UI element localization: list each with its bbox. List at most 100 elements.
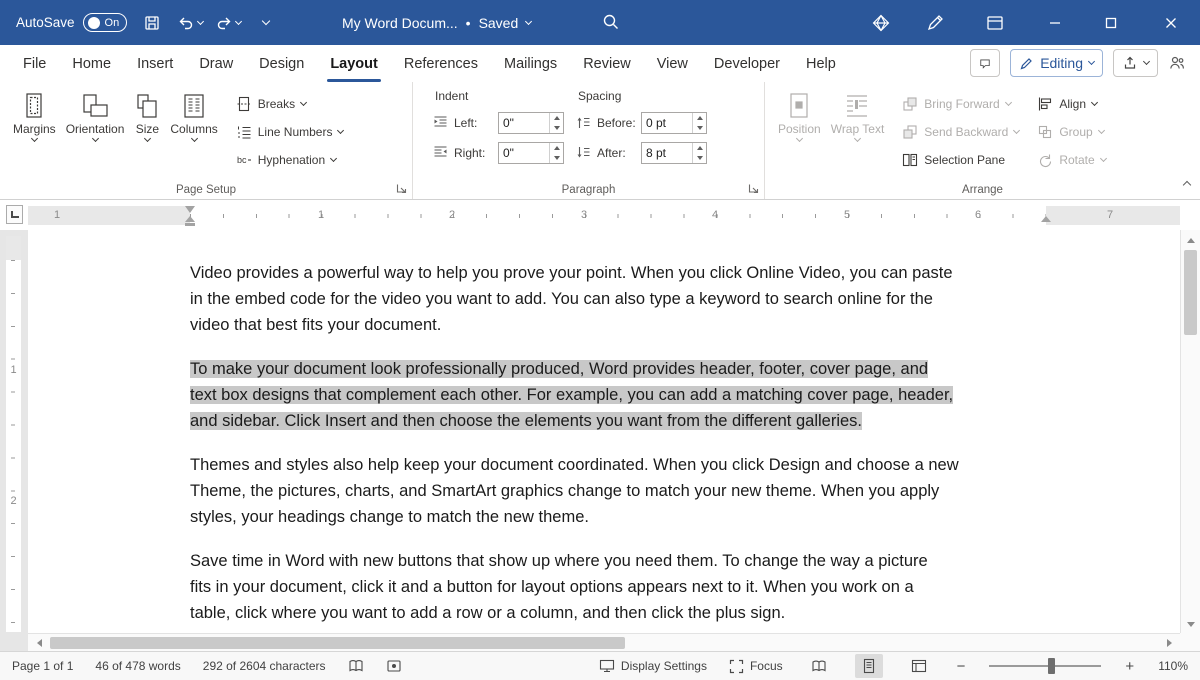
proofing-status-button[interactable]	[348, 658, 364, 674]
spacing-after-decrement[interactable]	[693, 153, 706, 163]
tab-developer[interactable]: Developer	[701, 45, 793, 82]
columns-button[interactable]: Columns	[165, 86, 222, 143]
tab-review[interactable]: Review	[570, 45, 644, 82]
designer-button[interactable]	[858, 0, 904, 45]
document-page[interactable]: Video provides a powerful way to help yo…	[28, 230, 1180, 633]
save-status-chevron-icon[interactable]	[525, 17, 532, 24]
horizontal-scrollbar-thumb[interactable]	[50, 637, 625, 649]
zoom-slider[interactable]	[989, 654, 1101, 678]
page-indicator[interactable]: Page 1 of 1	[12, 659, 73, 673]
character-count[interactable]: 292 of 2604 characters	[203, 659, 326, 673]
print-layout-view-button[interactable]	[855, 654, 883, 678]
vertical-scrollbar-thumb[interactable]	[1184, 250, 1197, 335]
spacing-before-decrement[interactable]	[693, 123, 706, 133]
scroll-down-button[interactable]	[1181, 616, 1200, 633]
maximize-button[interactable]	[1088, 0, 1134, 45]
close-button[interactable]	[1148, 0, 1194, 45]
spacing-after-spinner	[641, 142, 707, 164]
tab-help[interactable]: Help	[793, 45, 849, 82]
spin-down-icon	[554, 126, 560, 130]
autosave-toggle[interactable]: On	[83, 13, 127, 32]
indent-left-input[interactable]	[499, 113, 549, 133]
right-indent-marker[interactable]	[1041, 216, 1051, 222]
document-title[interactable]: My Word Docum...	[342, 15, 458, 31]
draw-ink-button[interactable]	[912, 0, 958, 45]
share-button[interactable]	[1113, 49, 1158, 77]
tab-references[interactable]: References	[391, 45, 491, 82]
spacing-after-increment[interactable]	[693, 143, 706, 153]
rotate-button[interactable]: Rotate	[1032, 146, 1110, 174]
wrap-text-button[interactable]: Wrap Text	[826, 86, 890, 143]
tab-design[interactable]: Design	[246, 45, 317, 82]
redo-dropdown-chevron-icon[interactable]	[235, 17, 242, 24]
horizontal-scrollbar[interactable]	[28, 633, 1180, 651]
tab-insert[interactable]: Insert	[124, 45, 186, 82]
indent-right-decrement[interactable]	[550, 153, 563, 163]
group-button[interactable]: Group	[1032, 118, 1110, 146]
redo-button[interactable]	[215, 8, 241, 38]
paragraph-dialog-launcher[interactable]	[746, 181, 760, 195]
margins-button[interactable]: Margins	[8, 86, 61, 143]
position-button[interactable]: Position	[773, 86, 826, 143]
zoom-slider-thumb[interactable]	[1048, 658, 1055, 674]
size-icon	[134, 92, 160, 120]
tab-file[interactable]: File	[10, 45, 59, 82]
scroll-right-button[interactable]	[1160, 634, 1178, 651]
zoom-in-button[interactable]: +	[1123, 658, 1136, 675]
spacing-after-input[interactable]	[642, 143, 692, 163]
document-save-status[interactable]: Saved	[479, 15, 519, 31]
comments-button[interactable]	[970, 49, 1000, 77]
save-icon	[143, 14, 161, 32]
align-button[interactable]: Align	[1032, 90, 1110, 118]
spacing-before-input[interactable]	[642, 113, 692, 133]
bring-forward-button[interactable]: Bring Forward	[897, 90, 1024, 118]
editing-mode-dropdown[interactable]: Editing	[1010, 49, 1103, 77]
vertical-scrollbar[interactable]	[1180, 230, 1200, 651]
focus-mode-button[interactable]: Focus	[729, 659, 783, 674]
page-setup-dialog-launcher[interactable]	[394, 181, 408, 195]
spacing-before-increment[interactable]	[693, 113, 706, 123]
ribbon-display-options-button[interactable]	[972, 0, 1018, 45]
undo-button[interactable]	[177, 8, 203, 38]
tab-view[interactable]: View	[644, 45, 701, 82]
tab-draw[interactable]: Draw	[186, 45, 246, 82]
save-button[interactable]	[139, 8, 165, 38]
people-presence-button[interactable]	[1168, 54, 1186, 72]
tab-home[interactable]: Home	[59, 45, 124, 82]
left-indent-marker[interactable]	[185, 223, 195, 226]
undo-dropdown-chevron-icon[interactable]	[197, 17, 204, 24]
breaks-button[interactable]: Breaks	[231, 90, 349, 118]
indent-left-increment[interactable]	[550, 113, 563, 123]
size-button[interactable]: Size	[129, 86, 165, 143]
first-line-indent-marker[interactable]	[185, 206, 195, 213]
selection-pane-button[interactable]: Selection Pane	[897, 146, 1024, 174]
scroll-left-button[interactable]	[30, 634, 48, 651]
hyphenation-button[interactable]: bc Hyphenation	[231, 146, 349, 174]
page-setup-small-buttons: Breaks Line Numbers bc Hyphenation	[231, 86, 349, 174]
hanging-indent-marker[interactable]	[185, 216, 195, 222]
line-numbers-button[interactable]: Line Numbers	[231, 118, 349, 146]
display-settings-button[interactable]: Display Settings	[599, 658, 707, 674]
scroll-up-button[interactable]	[1181, 232, 1200, 249]
indent-right-increment[interactable]	[550, 143, 563, 153]
orientation-button[interactable]: Orientation	[61, 86, 130, 143]
customize-quick-access-button[interactable]	[253, 8, 279, 38]
zoom-out-button[interactable]: −	[955, 658, 968, 675]
zoom-level[interactable]: 110%	[1158, 659, 1188, 673]
columns-icon	[181, 92, 207, 120]
send-backward-button[interactable]: Send Backward	[897, 118, 1024, 146]
spacing-before-row: Before:	[576, 110, 707, 135]
indent-left-decrement[interactable]	[550, 123, 563, 133]
macro-recording-button[interactable]	[386, 658, 402, 674]
text-line: in the embed code for the video you want…	[190, 286, 1050, 312]
word-count[interactable]: 46 of 478 words	[95, 659, 180, 673]
indent-right-input[interactable]	[499, 143, 549, 163]
tab-layout[interactable]: Layout	[317, 45, 391, 82]
tab-mailings[interactable]: Mailings	[491, 45, 570, 82]
collapse-ribbon-button[interactable]	[1184, 175, 1190, 193]
search-button[interactable]	[598, 7, 624, 37]
tab-stop-selector[interactable]	[6, 205, 23, 224]
read-mode-view-button[interactable]	[805, 654, 833, 678]
web-layout-view-button[interactable]	[905, 654, 933, 678]
minimize-button[interactable]	[1032, 0, 1078, 45]
